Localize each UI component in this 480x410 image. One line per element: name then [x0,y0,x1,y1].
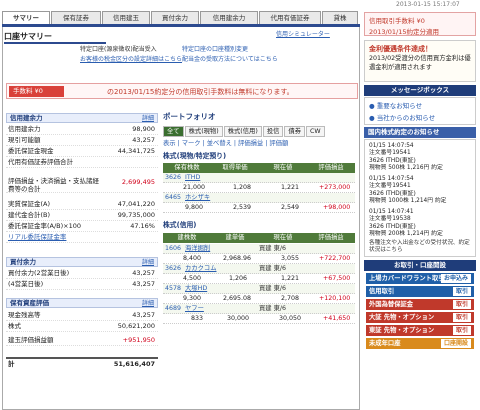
news-box: 金利優遇条件達成！ 2013/02受渡分の信用買方金利は優遇金利が適用されます [364,40,476,82]
tab-buying-power[interactable]: 買付余力 [151,11,199,24]
table-row: 委託保証金現金 44,341,725 [6,146,158,157]
section-buying-power: 買付余力 詳細 [6,257,158,267]
table-row: 実質保証金(A) 47,041,220 [6,199,158,210]
message-box-header: メッセージボックス [364,85,476,96]
minor-account-button[interactable]: 未成年口座 口座開設 [366,338,474,349]
asset-detail-link[interactable]: 詳細 [142,299,154,308]
pf-section-margin: 株式(信用) [163,221,197,229]
bullet-icon: ● [369,114,377,122]
account-type-change-link[interactable]: 特定口座の口座種別変更 [182,45,248,55]
pf-section-cash: 株式(現物/特定預り) [163,152,227,160]
portfolio-tabs: 全て 株式(現物) 株式(信用) 投信 債券 CW [163,126,355,137]
list-item[interactable]: 4578 大塚HD 買建 東/6 [163,284,355,294]
dividend-link[interactable]: 配当金の受取方法についてはこちら [182,55,278,65]
table-row: 9,300 2,695.08 2,708 +120,100 [163,294,355,304]
tab-bar: サマリー 保有証券 信用建玉 買付余力 信用建余力 代用有価証券 貸株 [2,11,358,25]
buying-power-detail-link[interactable]: 詳細 [142,258,154,267]
execution-header: 国内株式約定のお知らせ [364,127,476,138]
company-notice-link[interactable]: ● 当社からのお知らせ [369,112,435,122]
pf-tab-fund[interactable]: 投信 [262,126,284,137]
list-item[interactable]: 01/15 14:07:41 注文番号19538 3626 ITHD(東証) 現物買 … [369,209,443,239]
fee-badge: 手数料 ¥0 [9,86,64,97]
account-header: お取引・口座開設 [364,260,476,271]
margin-trade-button[interactable]: 信用取引 取引 [366,286,474,297]
bullet-icon: ● [369,102,377,110]
table-row: 建玉評価損益額 +951,950 [6,335,158,346]
total-row: 計 51,616,407 [6,357,158,368]
list-item[interactable]: 01/15 14:07:54 注文番号19541 3626 ITHD(東証) 現物買 … [369,143,443,173]
pf-tab-all[interactable]: 全て [163,126,184,137]
pf-tab-bond[interactable]: 債券 [284,126,305,137]
table-row: 代用有価証券評価合計 [6,157,158,168]
page-title: 口座サマリー [4,31,106,44]
section-asset-valuation: 保有資産評価 詳細 [6,298,158,308]
tse-futures-button[interactable]: 東証 先物・オプション 取引 [366,325,474,336]
list-item[interactable]: 1606 海洋掘削 買建 東/6 [163,244,355,254]
table-row: 委託保証金率(A/B)×100 47.16% [6,221,158,232]
pf-header-margin: 建株数 建単価 現在値 評価損益 [163,233,355,243]
table-row: 現金残高等 43,257 [6,310,158,321]
margin-power-detail-link[interactable]: 詳細 [142,114,154,123]
table-row: 8,400 2,968.96 3,055 +722,700 [163,254,355,264]
list-item[interactable]: 4689 ヤフー 買建 東/6 [163,304,355,314]
table-row: 株式 50,621,200 [6,321,158,332]
table-row: 833 30,000 30,050 +41,650 [163,314,355,324]
table-row: 建代金合計(B) 99,735,000 [6,210,158,221]
tab-lending[interactable]: 貸株 [322,11,358,24]
pf-tab-cw[interactable]: CW [306,126,325,137]
timestamp: 2013-01-15 15:17:07 [396,1,460,8]
tab-margin-power[interactable]: 信用建余力 [200,11,258,24]
pf-tab-margin[interactable]: 株式(信用) [223,126,262,137]
tab-collateral[interactable]: 代用有価証券 [259,11,321,24]
pf-header-cash: 保有株数 取得単価 現在値 評価損益 [163,163,355,173]
section-margin-power: 信用建余力 詳細 [6,113,158,123]
account-info: 特定口座(源泉徴収)配当受入 特定口座の口座種別変更 お客様の税金区分の設定詳細… [80,45,358,69]
table-row: 信用建余力 98,900 [6,124,158,135]
list-item[interactable]: 01/15 14:07:54 注文番号19541 3626 ITHD(東証) 現物買 … [369,176,446,206]
table-row: 評価損益・決済損益・支払諸経費等の合計 2,699,495 [6,177,158,193]
message-box: ● 重要なお知らせ ● 当社からのお知らせ [364,97,476,125]
list-item[interactable]: 3626 ITHD [163,173,355,183]
table-row: 現引可能額 43,257 [6,135,158,146]
tab-margin-positions[interactable]: 信用建玉 [102,11,150,24]
tab-summary[interactable]: サマリー [2,11,50,25]
list-item[interactable]: 6465 ホシザキ [163,193,355,203]
table-row: 9,800 2,539 2,549 +98,000 [163,203,355,213]
fee-promo-banner: 手数料 ¥0 の2013/01/15約定分の信用取引手数料は無料になります。 [6,83,358,99]
tab-holdings[interactable]: 保有証券 [51,11,101,24]
simulator-link[interactable]: 信用シミュレーター [276,29,330,38]
table-row: 買付余力(2営業日後) 43,257 [6,268,158,279]
fee-notice[interactable]: 信用取引手数料 ¥0 2013/01/15約定分適用 [364,12,476,36]
table-row: 21,000 1,208 1,221 +273,000 [163,183,355,193]
real-margin-ratio-link[interactable]: リアル委託保証金率 [8,232,66,243]
portfolio-title: ポートフォリオ [163,112,216,121]
execution-list: 01/15 14:07:54 注文番号19541 3626 ITHD(東証) 現物買 … [364,139,476,257]
pf-tab-stock[interactable]: 株式(現物) [184,126,223,137]
important-notice-link[interactable]: ● 重要なお知らせ [369,100,422,110]
fee-promo-text: の2013/01/15約定分の信用取引手数料は無料になります。 [107,88,294,96]
list-item[interactable]: 3626 カカクコム 買建 東/6 [163,264,355,274]
portfolio-toolbar[interactable]: 表示 | マーク | 並べ替え | 評価損益 | 評価額 [163,139,355,148]
table-row: リアル委託保証金率 [6,232,158,243]
ose-futures-button[interactable]: 大証 先物・オプション 取引 [366,312,474,323]
table-row: 4,500 1,206 1,221 +67,500 [163,274,355,284]
fx-button[interactable]: 外国為替保証金 取引 [366,299,474,310]
table-row: (4営業日後) 43,257 [6,279,158,290]
cw-button[interactable]: 上場カバードワラント取引 お申込み [366,273,474,284]
